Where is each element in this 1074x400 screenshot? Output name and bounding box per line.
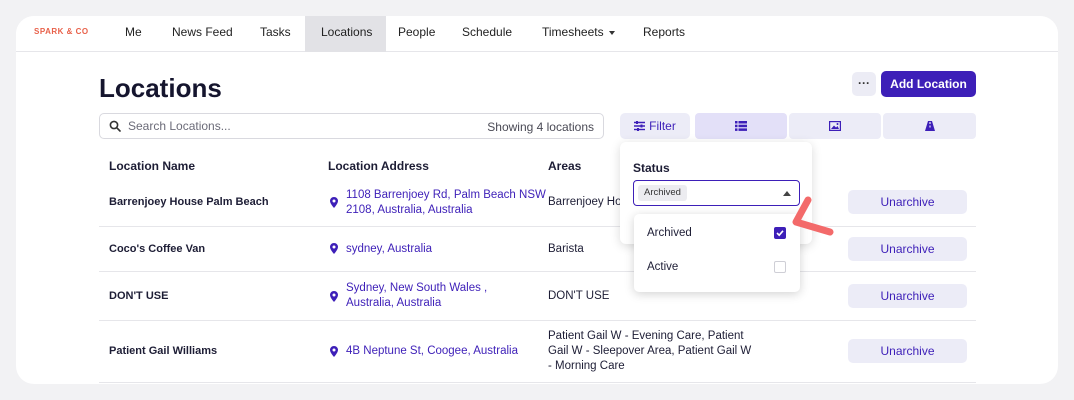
- chevron-down-icon: [608, 30, 615, 35]
- map-pin-icon: [330, 346, 338, 357]
- top-nav: SPARK & CO Me News Feed Tasks Locations …: [16, 16, 1058, 52]
- option-archived[interactable]: Archived: [647, 227, 692, 239]
- app-window: SPARK & CO Me News Feed Tasks Locations …: [16, 16, 1058, 384]
- selected-status-chip[interactable]: Archived: [638, 185, 687, 201]
- filter-button[interactable]: Filter: [620, 113, 690, 139]
- page-title: Locations: [99, 73, 222, 103]
- nav-item-schedule[interactable]: Schedule: [446, 16, 528, 52]
- add-location-button[interactable]: Add Location: [881, 71, 976, 97]
- map-pin-icon: [330, 291, 338, 302]
- location-name[interactable]: Coco's Coffee Van: [109, 243, 205, 255]
- filter-button-label: Filter: [649, 119, 676, 133]
- unarchive-button[interactable]: Unarchive: [848, 237, 967, 261]
- location-address[interactable]: Sydney, New South Wales , Australia, Aus…: [346, 281, 516, 311]
- option-active[interactable]: Active: [647, 261, 678, 273]
- map-view-button[interactable]: [883, 113, 976, 139]
- status-label: Status: [633, 161, 670, 175]
- checkmark-icon: [776, 230, 784, 237]
- nav-item-timesheets[interactable]: Timesheets: [526, 16, 631, 52]
- nav-item-timesheets-label: Timesheets: [542, 25, 604, 39]
- active-checkbox[interactable]: [774, 261, 786, 273]
- nav-item-tasks[interactable]: Tasks: [244, 16, 307, 52]
- column-header-address[interactable]: Location Address: [328, 159, 429, 173]
- row-divider: [99, 226, 976, 227]
- search-icon: [109, 120, 121, 132]
- nav-item-locations[interactable]: Locations: [305, 16, 386, 52]
- archived-checkbox[interactable]: [774, 227, 786, 239]
- location-count: Showing 4 locations: [487, 120, 594, 134]
- column-header-areas[interactable]: Areas: [548, 159, 581, 173]
- more-options-button[interactable]: ···: [852, 72, 876, 96]
- unarchive-button[interactable]: Unarchive: [848, 190, 967, 214]
- location-name[interactable]: DON'T USE: [109, 290, 168, 302]
- location-address[interactable]: 4B Neptune St, Coogee, Australia: [346, 344, 556, 359]
- location-areas: Patient Gail W - Evening Care, Patient G…: [548, 330, 752, 372]
- nav-item-me[interactable]: Me: [109, 16, 158, 52]
- nav-item-news-feed[interactable]: News Feed: [156, 16, 249, 52]
- search-box: Showing 4 locations: [99, 113, 604, 139]
- image-view-icon: [829, 121, 841, 131]
- list-view-icon: [735, 121, 747, 131]
- location-name[interactable]: Patient Gail Williams: [109, 345, 217, 357]
- unarchive-button[interactable]: Unarchive: [848, 339, 967, 363]
- unarchive-button[interactable]: Unarchive: [848, 284, 967, 308]
- column-header-name[interactable]: Location Name: [109, 159, 195, 173]
- status-dropdown: Archived Active: [634, 214, 800, 292]
- location-address[interactable]: 1108 Barrenjoey Rd, Palm Beach NSW 2108,…: [346, 188, 546, 218]
- location-address[interactable]: sydney, Australia: [346, 242, 546, 257]
- image-view-button[interactable]: [789, 113, 881, 139]
- nav-item-people[interactable]: People: [382, 16, 451, 52]
- location-name[interactable]: Barrenjoey House Palm Beach: [109, 196, 269, 208]
- filter-icon: [634, 120, 646, 131]
- status-select[interactable]: Archived: [633, 180, 800, 206]
- map-pin-icon: [330, 197, 338, 208]
- search-input[interactable]: [128, 117, 458, 135]
- row-divider: [99, 271, 976, 272]
- nav-item-reports[interactable]: Reports: [627, 16, 701, 52]
- brand-logo[interactable]: SPARK & CO: [34, 27, 89, 36]
- list-view-button[interactable]: [695, 113, 787, 139]
- map-view-icon: [924, 121, 935, 131]
- row-divider: [99, 320, 976, 321]
- map-pin-icon: [330, 243, 338, 254]
- annotation-arrow-icon: [792, 196, 834, 236]
- row-divider: [99, 382, 976, 383]
